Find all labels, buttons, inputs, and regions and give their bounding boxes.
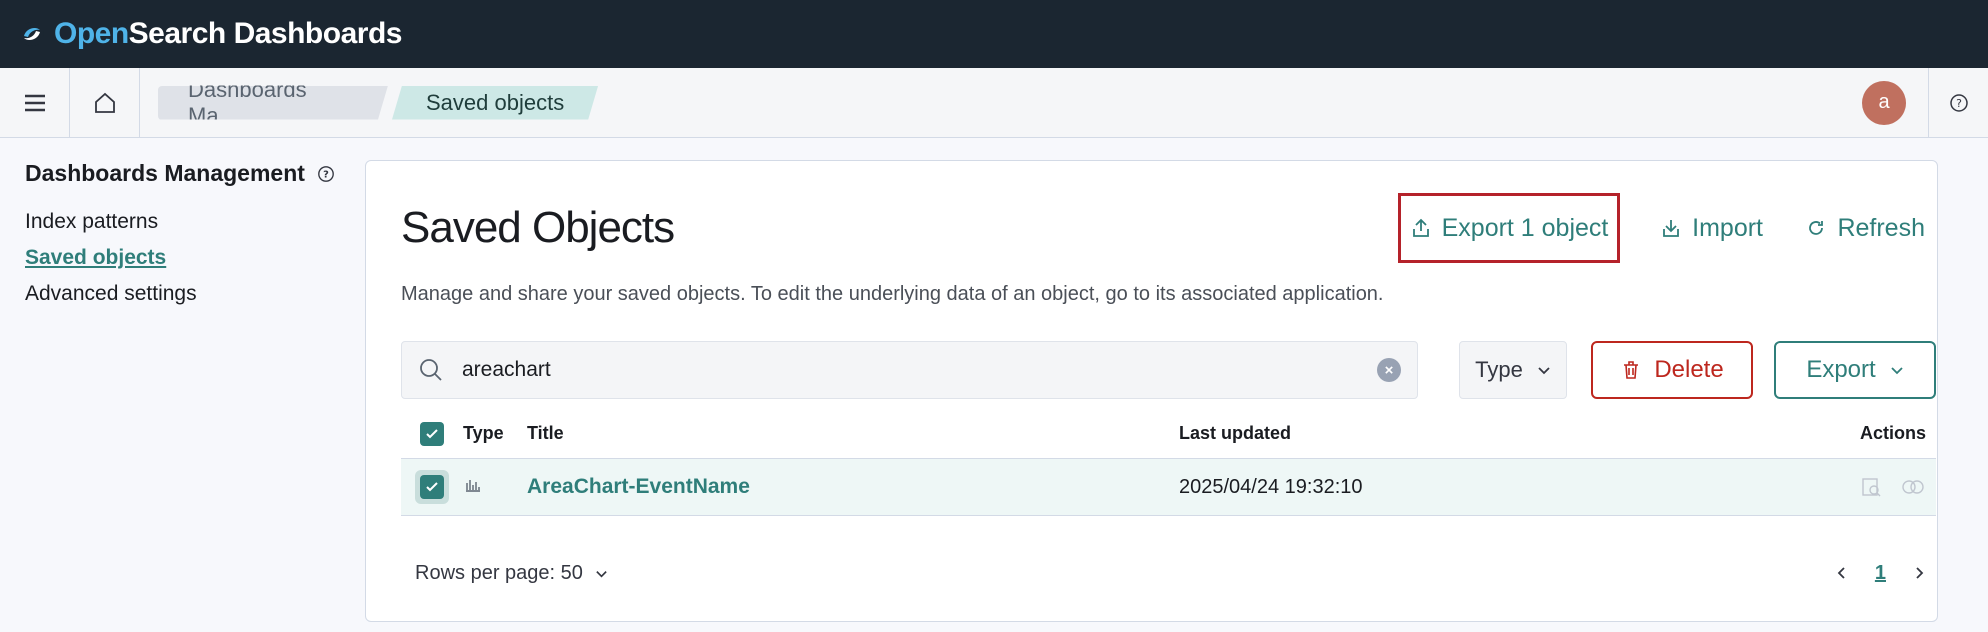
sidebar-item-index-patterns[interactable]: Index patterns — [25, 209, 345, 234]
user-avatar[interactable]: a — [1862, 80, 1906, 125]
column-last-updated[interactable]: Last updated — [1179, 423, 1826, 444]
nav-bar: Dashboards Ma… Saved objects a ? — [0, 67, 1988, 138]
search-input[interactable]: areachart × — [401, 341, 1418, 399]
breadcrumb: Dashboards Ma… Saved objects — [158, 86, 598, 120]
top-header: OpenSearch Dashboards — [0, 0, 1988, 68]
import-icon — [1663, 220, 1680, 237]
chevron-down-icon — [1891, 367, 1903, 375]
sidebar-item-advanced-settings[interactable]: Advanced settings — [25, 281, 345, 306]
export-selected-button[interactable]: Export 1 object — [1398, 193, 1620, 263]
home-icon — [94, 92, 115, 113]
object-title-link[interactable]: AreaChart-EventName — [527, 475, 750, 498]
chevron-down-icon — [1538, 367, 1550, 375]
hamburger-icon — [24, 94, 45, 111]
refresh-icon — [1809, 221, 1824, 235]
chevron-right-icon[interactable] — [1912, 566, 1926, 580]
checkmark-icon — [426, 428, 438, 438]
pagination: 1 — [1835, 562, 1926, 585]
type-filter-button[interactable]: Type — [1459, 341, 1567, 399]
brand-name: OpenSearch Dashboards — [54, 17, 402, 50]
search-icon — [420, 359, 442, 381]
close-icon: × — [1384, 361, 1394, 379]
row-checkbox[interactable] — [420, 475, 444, 499]
chevron-down-icon — [596, 570, 607, 577]
table-row[interactable]: AreaChart-EventName 2025/04/24 19:32:10 — [401, 459, 1936, 516]
sidebar-title: Dashboards Management ? — [25, 160, 345, 187]
area-chart-icon — [466, 480, 480, 492]
sidebar-item-saved-objects[interactable]: Saved objects — [25, 245, 345, 270]
page-description: Manage and share your saved objects. To … — [401, 283, 1384, 305]
saved-objects-panel: Saved Objects Export 1 object Import Ref… — [365, 160, 1938, 622]
rows-per-page-button[interactable]: Rows per page: 50 — [415, 562, 608, 585]
trash-icon — [1624, 361, 1639, 379]
search-value[interactable]: areachart — [462, 358, 1377, 382]
home-button[interactable] — [70, 67, 140, 138]
delete-button[interactable]: Delete — [1591, 341, 1753, 399]
menu-button[interactable] — [0, 67, 70, 138]
relationships-icon[interactable] — [1900, 476, 1926, 498]
export-dropdown-button[interactable]: Export — [1774, 341, 1936, 399]
checkmark-icon — [426, 482, 438, 492]
refresh-button[interactable]: Refresh — [1805, 193, 1925, 263]
help-icon[interactable]: ? — [317, 165, 335, 183]
saved-objects-table: Type Title Last updated Actions AreaChar… — [401, 409, 1936, 516]
svg-text:?: ? — [323, 169, 329, 180]
import-button[interactable]: Import — [1660, 193, 1763, 263]
column-title[interactable]: Title — [527, 423, 1179, 444]
breadcrumb-saved-objects: Saved objects — [392, 86, 598, 120]
last-updated-value: 2025/04/24 19:32:10 — [1179, 475, 1363, 498]
table-footer: Rows per page: 50 1 — [401, 553, 1936, 593]
chevron-left-icon[interactable] — [1835, 566, 1849, 580]
sidebar: Dashboards Management ? Index patterns S… — [25, 160, 345, 317]
page-1-link[interactable]: 1 — [1875, 562, 1886, 585]
page-title: Saved Objects — [401, 203, 675, 252]
column-type[interactable]: Type — [463, 423, 527, 444]
export-icon — [1412, 218, 1429, 237]
column-actions: Actions — [1859, 423, 1926, 443]
opensearch-logo[interactable]: OpenSearch Dashboards — [18, 17, 402, 51]
help-icon: ? — [1949, 93, 1968, 112]
inspect-icon[interactable] — [1860, 476, 1882, 498]
opensearch-logo-icon — [20, 22, 44, 46]
svg-text:?: ? — [1956, 97, 1962, 110]
clear-search-button[interactable]: × — [1377, 358, 1401, 382]
select-all-checkbox[interactable] — [420, 421, 444, 446]
help-button[interactable]: ? — [1928, 67, 1988, 138]
breadcrumb-dashboards-management[interactable]: Dashboards Ma… — [158, 86, 388, 120]
table-header: Type Title Last updated Actions — [401, 409, 1936, 459]
